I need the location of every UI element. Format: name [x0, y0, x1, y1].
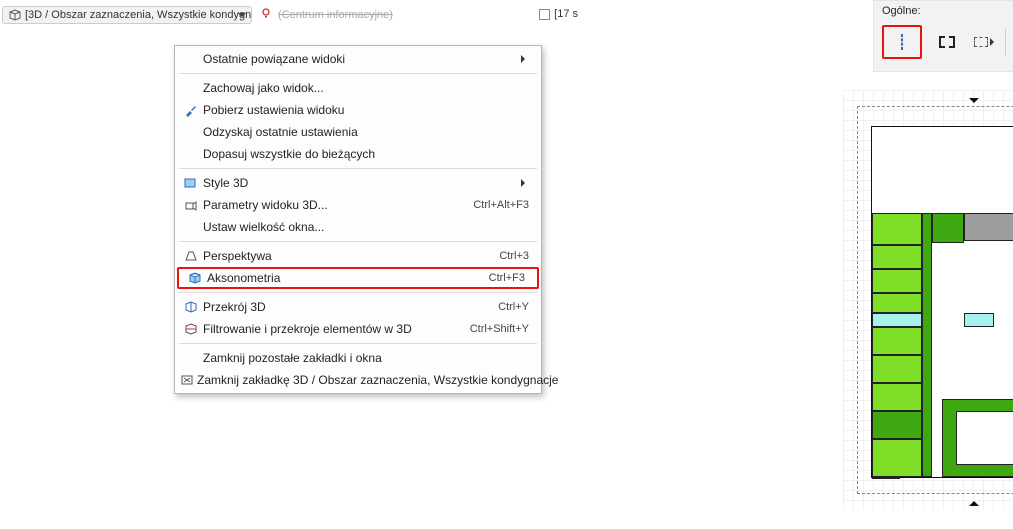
- submenu-arrow-icon: [521, 179, 529, 187]
- shortcut: Ctrl+Y: [498, 301, 529, 313]
- separator: [179, 73, 537, 74]
- room-corridor: [964, 213, 1013, 241]
- marquee-custom-dropdown[interactable]: [972, 28, 1006, 56]
- menu-restore-recent[interactable]: Odzyskaj ostatnie ustawienia: [175, 121, 541, 143]
- room: [872, 269, 922, 293]
- room-wet: [872, 313, 922, 327]
- menu-filter-sections[interactable]: Filtrowanie i przekroje elementów w 3D C…: [175, 318, 541, 340]
- menu-perspective[interactable]: Perspektywa Ctrl+3: [175, 245, 541, 267]
- room: [872, 411, 922, 439]
- marquee-all-floors[interactable]: [930, 28, 964, 56]
- room: [872, 439, 922, 477]
- camera-icon: [181, 198, 201, 212]
- shortcut: Ctrl+F3: [489, 272, 525, 284]
- tab-bar: [3D / Obszar zaznaczenia, Wszystkie kond…: [0, 0, 580, 30]
- room: [872, 383, 922, 411]
- shortcut: Ctrl+Alt+F3: [473, 199, 529, 211]
- room-courtyard: [956, 411, 1013, 465]
- styles-icon: [181, 176, 201, 190]
- window-icon: [539, 9, 550, 20]
- cube-icon: [9, 9, 21, 21]
- building-outline: ✕: [871, 126, 1013, 478]
- floor-plan-preview[interactable]: ✕: [843, 90, 1013, 510]
- room: [872, 327, 922, 355]
- section-icon: [181, 300, 201, 314]
- filter-section-icon: [181, 322, 201, 336]
- menu-get-view-settings[interactable]: Pobierz ustawienia widoku: [175, 99, 541, 121]
- room-wet: [964, 313, 994, 327]
- menu-set-window-size[interactable]: Ustaw wielkość okna...: [175, 216, 541, 238]
- perspective-icon: [181, 249, 201, 263]
- room: [872, 355, 922, 383]
- bulb-icon: [260, 7, 272, 22]
- menu-close-tab[interactable]: Zamknij zakładkę 3D / Obszar zaznaczenia…: [175, 369, 541, 391]
- menu-styles-3d[interactable]: Style 3D: [175, 172, 541, 194]
- top-extra: (Centrum informacyjne): [260, 7, 393, 22]
- tab-right[interactable]: [17 s: [539, 8, 578, 20]
- separator: [179, 343, 537, 344]
- general-label: Ogólne:: [882, 5, 1013, 17]
- separator: [179, 241, 537, 242]
- shortcut: Ctrl+3: [499, 250, 529, 262]
- shortcut: Ctrl+Shift+Y: [470, 323, 529, 335]
- separator: [179, 292, 537, 293]
- right-pane: Ogólne:: [583, 0, 1013, 529]
- general-marquee-panel: Ogólne:: [873, 0, 1013, 72]
- left-pane: [3D / Obszar zaznaczenia, Wszystkie kond…: [0, 0, 580, 529]
- dashed-rect-thin-icon: [901, 34, 903, 50]
- close-tab-icon: [181, 373, 195, 387]
- room-corridor: [922, 213, 932, 477]
- menu-params-3d[interactable]: Parametry widoku 3D... Ctrl+Alt+F3: [175, 194, 541, 216]
- tab-right-label: [17 s: [554, 8, 578, 20]
- marquee-options-row: [882, 25, 1013, 59]
- info-center-label: (Centrum informacyjne): [278, 9, 393, 21]
- submenu-arrow-icon: [521, 55, 529, 63]
- menu-close-other-tabs[interactable]: Zamknij pozostałe zakładki i okna: [175, 347, 541, 369]
- dropdown-arrow-icon: [990, 38, 998, 46]
- menu-save-as-view[interactable]: Zachowaj jako widok...: [175, 77, 541, 99]
- dashed-rect-thick-icon: [939, 36, 955, 48]
- eyedropper-icon: [181, 103, 201, 117]
- room: [872, 293, 922, 313]
- axonometry-icon: [185, 271, 205, 285]
- menu-recent-views[interactable]: Ostatnie powiązane widoki: [175, 48, 541, 70]
- dashed-rect-icon: [974, 37, 988, 47]
- marquee-single-floor-highlighted[interactable]: [882, 25, 922, 59]
- room: [872, 477, 900, 479]
- view-tab-label: [3D / Obszar zaznaczenia, Wszystkie kond…: [25, 9, 252, 21]
- room: [932, 213, 964, 243]
- view-context-menu: Ostatnie powiązane widoki Zachowaj jako …: [174, 45, 542, 394]
- room: [872, 245, 922, 269]
- separator: [179, 168, 537, 169]
- menu-fit-all-current[interactable]: Dopasuj wszystkie do bieżących: [175, 143, 541, 165]
- marker-triangle-icon: [969, 496, 979, 506]
- room: [872, 213, 922, 245]
- menu-section-3d[interactable]: Przekrój 3D Ctrl+Y: [175, 296, 541, 318]
- view-tab-selector[interactable]: [3D / Obszar zaznaczenia, Wszystkie kond…: [2, 6, 252, 24]
- menu-axonometry[interactable]: Aksonometria Ctrl+F3: [177, 267, 539, 289]
